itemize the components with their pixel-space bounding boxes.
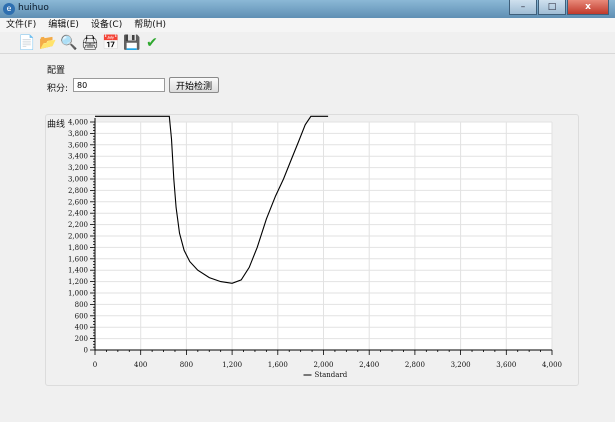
y-tick-label: 600 (75, 312, 88, 320)
x-tick-label: 3,200 (451, 361, 471, 369)
y-tick-label: 3,600 (68, 141, 88, 149)
x-tick-label: 800 (180, 361, 193, 369)
y-tick-label: 1,000 (68, 290, 88, 298)
y-tick-label: 400 (75, 324, 88, 332)
x-tick-label: 0 (93, 361, 97, 369)
x-tick-label: 1,600 (268, 361, 288, 369)
y-tick-label: 3,800 (68, 130, 88, 138)
y-tick-label: 2,800 (68, 187, 88, 195)
y-tick-label: 1,400 (68, 267, 88, 275)
x-tick-label: 4,000 (542, 361, 562, 369)
y-tick-label: 2,400 (68, 210, 88, 218)
legend-label-standard: Standard (315, 371, 348, 379)
y-tick-label: 1,200 (68, 278, 88, 286)
y-tick-label: 4,000 (68, 119, 88, 127)
x-tick-label: 2,000 (313, 361, 333, 369)
y-tick-label: 3,400 (68, 153, 88, 161)
x-tick-label: 400 (134, 361, 147, 369)
y-tick-label: 3,200 (68, 164, 88, 172)
curve-chart: 0 200 400 600 800 1,000 1,200 1,400 1,600 1,800 2,… (68, 115, 562, 379)
x-tick-label: 3,600 (496, 361, 516, 369)
y-tick-label: 1,600 (68, 255, 88, 263)
y-tick-label: 3,000 (68, 176, 88, 184)
app-window: e huihuo – □ x 文件(F) 编辑(E) 设备(C) 帮助(H) 📄… (0, 0, 615, 422)
y-tick-label: 2,600 (68, 198, 88, 206)
x-tick-label: 2,800 (405, 361, 425, 369)
x-tick-label: 1,200 (222, 361, 242, 369)
y-tick-label: 2,000 (68, 233, 88, 241)
y-tick-label: 800 (75, 301, 88, 309)
y-tick-label: 1,800 (68, 244, 88, 252)
y-tick-label: 0 (84, 347, 88, 355)
x-tick-label: 2,400 (359, 361, 379, 369)
y-tick-label: 200 (75, 335, 88, 343)
y-tick-label: 2,200 (68, 221, 88, 229)
